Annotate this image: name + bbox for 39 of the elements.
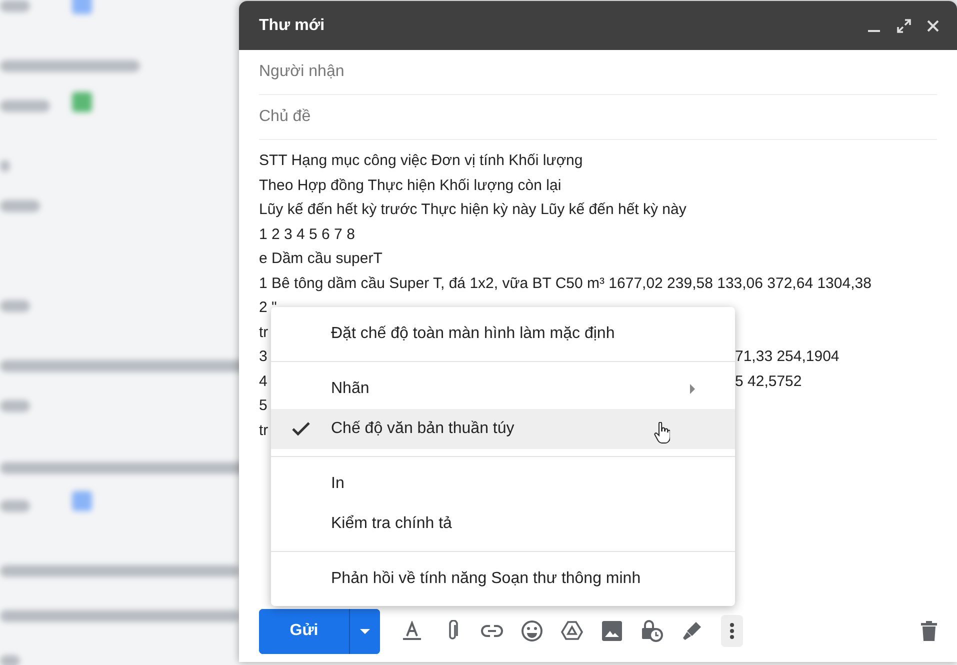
body-text-line: Theo Hợp đồng Thực hiện Khối lượng còn lại: [259, 176, 562, 194]
more-options-button[interactable]: [721, 615, 743, 647]
body-text-line: 5: [259, 397, 268, 414]
body-text-line: 4: [259, 372, 268, 390]
menu-item[interactable]: Nhãn: [271, 369, 735, 409]
menu-item[interactable]: Phản hồi về tính năng Soạn thư thông minh: [271, 559, 735, 599]
body-text-line: tr: [259, 422, 268, 438]
body-text-line: e Dầm cầu superT: [259, 250, 382, 267]
lock-clock-icon[interactable]: [641, 620, 663, 642]
body-text-line: 3: [259, 348, 268, 365]
hand-cursor-icon: [654, 422, 670, 444]
body-text-line: tr: [259, 324, 268, 340]
text-format-icon[interactable]: [403, 621, 421, 641]
link-icon[interactable]: [481, 625, 503, 637]
checkmark-icon: [292, 422, 310, 436]
body-text-line: 1 2 3 4 5 6 7 8: [259, 226, 355, 242]
body-text-line: 2 ": [259, 299, 277, 316]
menu-item[interactable]: Chế độ văn bản thuần túy: [271, 409, 735, 449]
more-vert-icon: [730, 623, 734, 639]
window-title: Thư mới: [259, 16, 326, 34]
body-text-line: 71,33 254,1904: [735, 347, 840, 367]
body-text-line: Lũy kế đến hết kỳ trước Thực hiện kỳ này Lũy kế đến hết kỳ này: [259, 201, 686, 218]
caret-icon: [360, 628, 370, 634]
emoji-icon[interactable]: [521, 620, 543, 642]
paperclip-icon[interactable]: [446, 620, 458, 642]
body-text-line: 1 Bê tông dầm cầu Super T, đá 1x2, vữa BT C50 m³ 1677,02 239,58 133,06 372,64 1304,38: [259, 274, 872, 292]
expand-icon[interactable]: [897, 18, 911, 32]
send-options-button[interactable]: [349, 608, 380, 654]
drive-icon[interactable]: [561, 621, 583, 641]
close-icon[interactable]: [927, 20, 939, 32]
body-text-line: STT Hạng mục công việc Đơn vị tính Khối lượng: [259, 152, 583, 169]
pen-icon[interactable]: [682, 621, 702, 641]
menu-item[interactable]: In: [271, 464, 735, 504]
menu-item[interactable]: Đặt chế độ toàn màn hình làm mặc định: [271, 314, 735, 354]
image-icon[interactable]: [602, 621, 622, 641]
menu-item[interactable]: Kiểm tra chính tả: [271, 504, 735, 544]
trash-icon[interactable]: [921, 621, 937, 641]
submenu-arrow-icon: [690, 384, 695, 394]
body-text-line: 5 42,5752: [735, 372, 802, 392]
